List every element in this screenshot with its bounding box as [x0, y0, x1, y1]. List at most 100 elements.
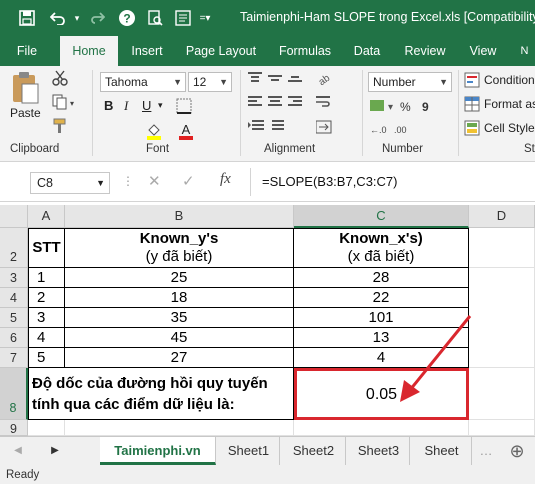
font-size-combo[interactable]: 12 ▼	[188, 72, 232, 92]
column-header-b[interactable]: B	[65, 205, 294, 228]
tab-insert[interactable]: Insert	[124, 36, 170, 66]
header-known-y-subtitle: (y đã biết)	[145, 248, 213, 265]
group-clipboard-label: Clipboard	[10, 143, 60, 155]
row-header-9[interactable]: 9	[0, 420, 28, 436]
cell-known-y[interactable]: 25	[65, 268, 294, 288]
row-header-3[interactable]: 3	[0, 268, 28, 288]
form-icon[interactable]	[172, 0, 194, 36]
number-format-combo[interactable]: Number ▼	[368, 72, 452, 92]
save-icon[interactable]	[14, 0, 40, 36]
formula-bar: C8 ▼ ⋮ ✕ ✓ fx =SLOPE(B3:B7,C3:C7)	[0, 162, 535, 202]
indent-icon[interactable]	[248, 120, 288, 134]
sheet-tab-sheet3[interactable]: Sheet3	[348, 437, 410, 465]
customize-qat-icon[interactable]: =▾	[196, 0, 214, 36]
cell-known-y[interactable]: 45	[65, 328, 294, 348]
bold-button[interactable]: B	[104, 98, 113, 113]
fill-color-icon[interactable]	[146, 122, 162, 140]
conditional-formatting-icon	[464, 72, 480, 88]
format-painter-icon[interactable]	[52, 118, 68, 134]
cancel-icon[interactable]: ✕	[148, 172, 161, 190]
chevron-down-icon: ▼	[96, 178, 105, 188]
cell-a9[interactable]	[28, 420, 65, 436]
cell-styles-button[interactable]: Cell Styles	[464, 120, 535, 136]
cell-b9[interactable]	[65, 420, 294, 436]
column-header-c[interactable]: C	[294, 205, 469, 228]
cell-known-y[interactable]: 18	[65, 288, 294, 308]
borders-icon[interactable]	[176, 98, 192, 114]
svg-text:▾: ▾	[70, 99, 74, 108]
column-header-a[interactable]: A	[28, 205, 65, 228]
align-top-icon[interactable]	[248, 72, 308, 86]
conditional-formatting-button[interactable]: Condition	[464, 72, 535, 88]
undo-icon[interactable]	[46, 0, 70, 36]
cut-icon[interactable]	[52, 70, 68, 86]
tab-review[interactable]: Review	[398, 36, 452, 66]
row-header-7[interactable]: 7	[0, 348, 28, 368]
sheet-tab-sheet2[interactable]: Sheet2	[282, 437, 346, 465]
add-sheet-icon[interactable]: ⊕	[502, 437, 532, 465]
cell-c9[interactable]	[294, 420, 469, 436]
orientation-icon[interactable]: ab	[316, 72, 332, 86]
cell-known-x[interactable]: 28	[294, 268, 469, 288]
italic-button[interactable]: I	[124, 98, 128, 114]
column-header-d[interactable]: D	[469, 205, 535, 228]
tab-page-layout[interactable]: Page Layout	[178, 36, 264, 66]
cell-stt[interactable]: 1	[28, 268, 65, 288]
undo-dropdown-icon[interactable]: ▾	[70, 0, 84, 36]
wrap-text-icon[interactable]	[316, 96, 332, 110]
scroll-right-icon[interactable]: ▶	[44, 437, 66, 465]
align-left-icon[interactable]	[248, 96, 308, 110]
sheet-tab-sheet1[interactable]: Sheet1	[218, 437, 280, 465]
header-known-x[interactable]: Known_x's) (x đã biết)	[294, 228, 469, 268]
scroll-left-icon[interactable]: ◀	[8, 437, 28, 465]
tab-formulas[interactable]: Formulas	[272, 36, 338, 66]
font-color-icon[interactable]: A	[178, 122, 194, 140]
svg-text:%: %	[400, 100, 411, 114]
tab-view[interactable]: View	[462, 36, 504, 66]
select-all-corner[interactable]	[0, 205, 28, 228]
cell-known-y[interactable]: 27	[65, 348, 294, 368]
cell-stt[interactable]: 2	[28, 288, 65, 308]
tab-home[interactable]: Home	[60, 36, 118, 66]
cell-stt[interactable]: 3	[28, 308, 65, 328]
cell-known-x[interactable]: 22	[294, 288, 469, 308]
redo-icon[interactable]	[88, 0, 108, 36]
header-stt[interactable]: STT	[28, 228, 65, 268]
cell-known-y[interactable]: 35	[65, 308, 294, 328]
cell-d2[interactable]	[469, 228, 535, 268]
copy-icon[interactable]: ▾	[52, 94, 74, 110]
underline-button[interactable]: U	[142, 98, 151, 113]
row-header-8[interactable]: 8	[0, 368, 28, 420]
tab-file[interactable]: File	[6, 36, 48, 66]
more-sheets-icon[interactable]: …	[474, 437, 498, 465]
font-name-combo[interactable]: Tahoma ▼	[100, 72, 186, 92]
decimal-icon[interactable]: ←.0 .00	[370, 122, 420, 136]
format-as-table-button[interactable]: Format as	[464, 96, 535, 112]
insert-function-icon[interactable]: fx	[220, 171, 231, 188]
slope-label-cell[interactable]: Độ dốc của đường hồi quy tuyến tính qua …	[28, 368, 294, 420]
enter-icon[interactable]: ✓	[182, 172, 195, 190]
tab-more-icon[interactable]: N	[514, 36, 535, 66]
cell-d9[interactable]	[469, 420, 535, 436]
cell-stt[interactable]: 4	[28, 328, 65, 348]
sheet-tab-sheet4[interactable]: Sheet	[412, 437, 472, 465]
row-header-4[interactable]: 4	[0, 288, 28, 308]
ribbon-tabs: File Home Insert Page Layout Formulas Da…	[0, 36, 535, 66]
group-styles-label: St	[524, 143, 535, 155]
help-icon[interactable]: ?	[116, 0, 138, 36]
print-preview-icon[interactable]	[144, 0, 166, 36]
header-known-y[interactable]: Known_y's (y đã biết)	[65, 228, 294, 268]
row-header-2[interactable]: 2	[0, 228, 28, 268]
formula-input[interactable]: =SLOPE(B3:B7,C3:C7)	[262, 174, 397, 189]
slope-label-line-1: Độ dốc của đường hồi quy tuyến	[32, 375, 268, 392]
name-box[interactable]: C8 ▼	[30, 172, 110, 194]
row-header-6[interactable]: 6	[0, 328, 28, 348]
merge-center-icon[interactable]	[316, 120, 332, 134]
underline-dropdown-icon[interactable]: ▾	[158, 100, 163, 111]
accounting-format-icon[interactable]: ▾% 9	[370, 98, 454, 114]
sheet-tab-taimienphi[interactable]: Taimienphi.vn	[100, 437, 216, 465]
tab-data[interactable]: Data	[346, 36, 388, 66]
row-header-5[interactable]: 5	[0, 308, 28, 328]
paste-button[interactable]: Paste	[10, 70, 41, 120]
cell-stt[interactable]: 5	[28, 348, 65, 368]
